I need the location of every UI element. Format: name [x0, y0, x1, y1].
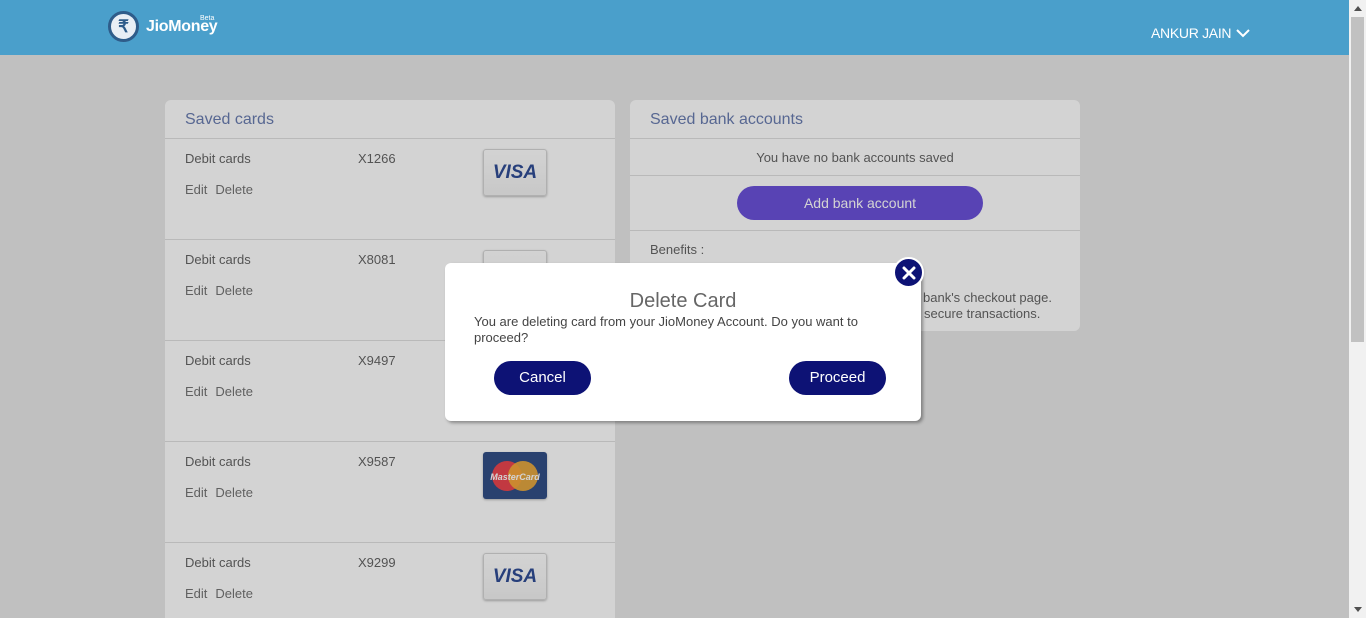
dialog-message: You are deleting card from your JioMoney…	[474, 314, 858, 345]
delete-card-dialog: Delete Card You are deleting card from y…	[445, 257, 924, 421]
top-bar: ₹ JioMoney Beta ANKUR JAIN	[0, 0, 1349, 55]
close-icon[interactable]	[893, 257, 924, 288]
jiomoney-logo[interactable]: ₹ JioMoney Beta	[108, 11, 218, 42]
rupee-icon: ₹	[108, 11, 139, 42]
beta-badge: Beta	[200, 15, 215, 22]
dialog-title: Delete Card	[629, 290, 737, 312]
proceed-button[interactable]: Proceed	[789, 361, 886, 395]
scrollbar[interactable]	[1349, 0, 1366, 618]
scroll-down-arrow-icon[interactable]	[1349, 601, 1366, 618]
cancel-button[interactable]: Cancel	[494, 361, 591, 395]
scroll-thumb[interactable]	[1351, 17, 1364, 342]
user-menu[interactable]: ANKUR JAIN	[1151, 25, 1250, 41]
user-name: ANKUR JAIN	[1151, 25, 1232, 41]
scroll-up-arrow-icon[interactable]	[1349, 0, 1366, 17]
chevron-down-icon	[1236, 28, 1250, 37]
